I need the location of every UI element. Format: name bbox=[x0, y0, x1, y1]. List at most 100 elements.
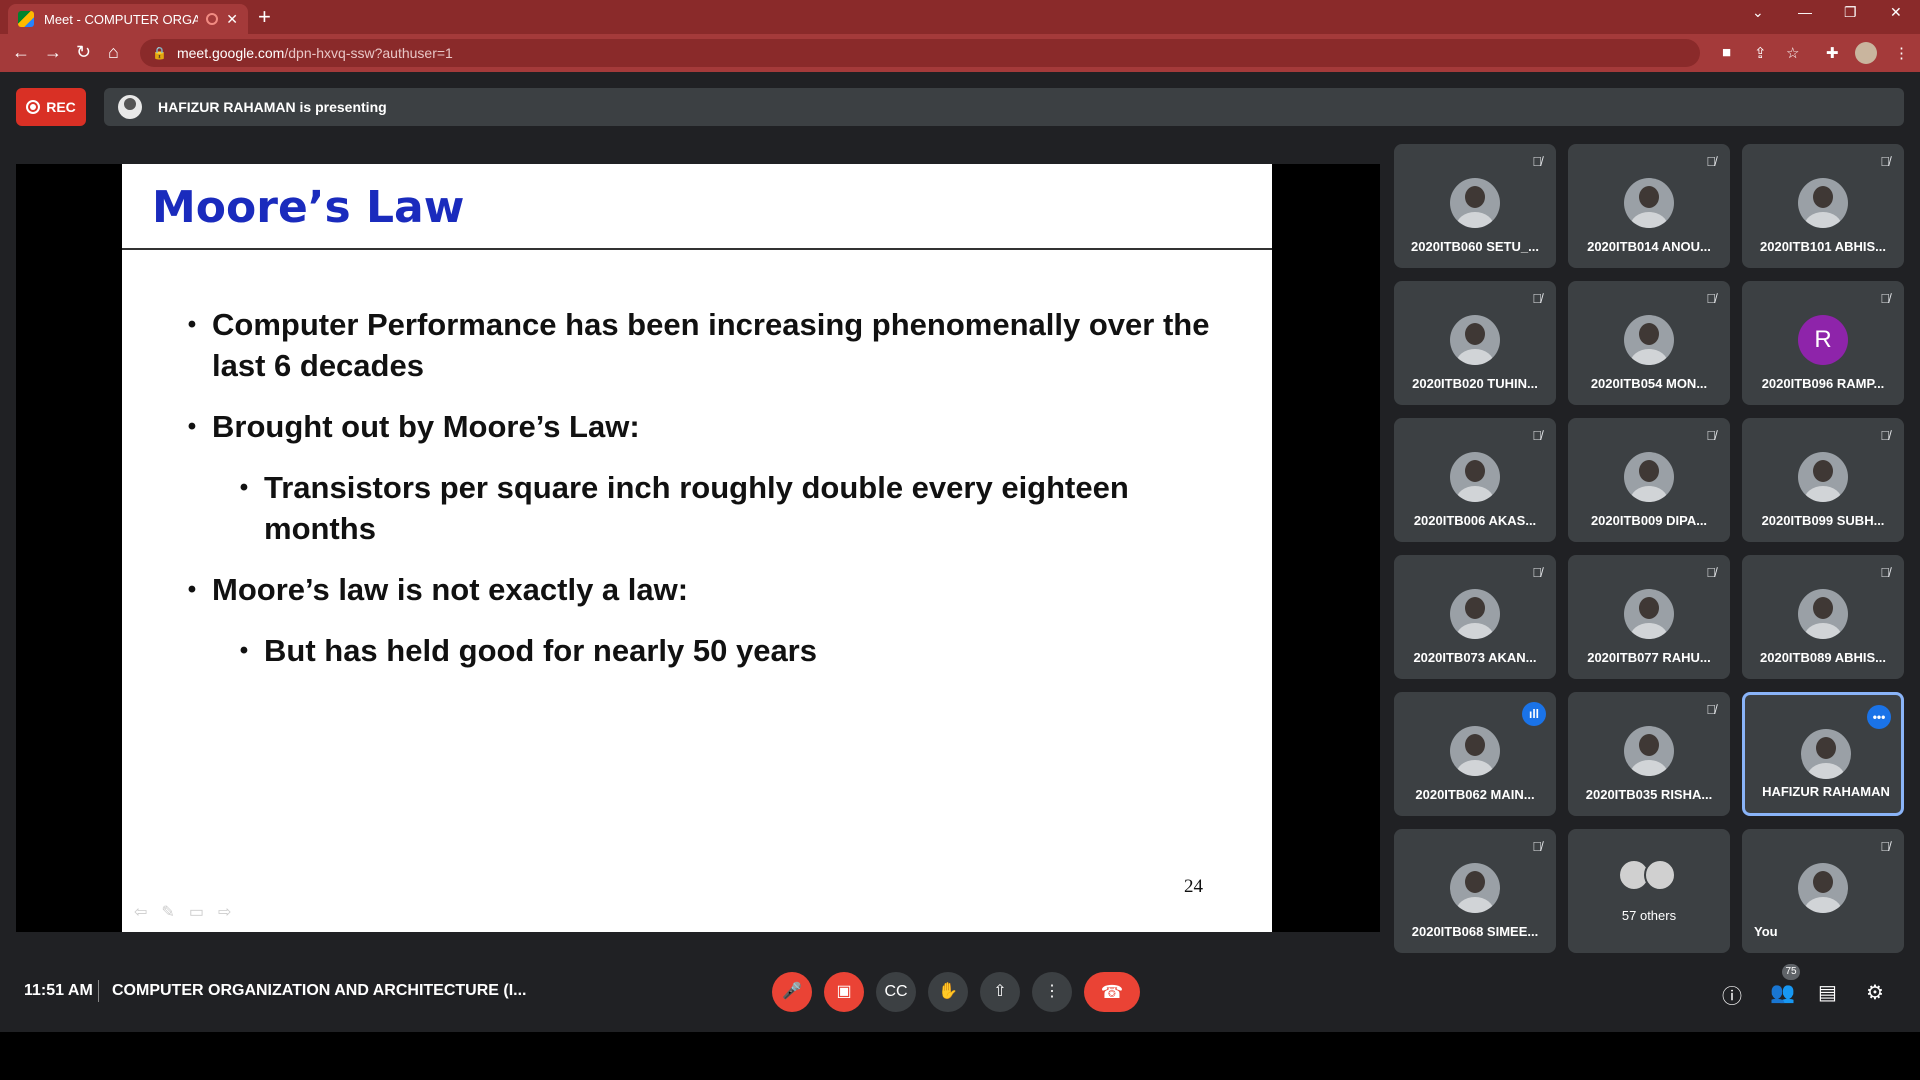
minimize-button[interactable]: — bbox=[1798, 4, 1812, 20]
extensions-icon[interactable]: ✚ bbox=[1826, 44, 1839, 62]
presenting-banner: HAFIZUR RAHAMAN is presenting bbox=[104, 88, 1904, 126]
participant-tile[interactable]: 🎙̸ 2020ITB054 MON... bbox=[1568, 281, 1730, 405]
participant-name: 2020ITB073 AKAN... bbox=[1413, 650, 1537, 665]
participant-name: 2020ITB060 SETU_... bbox=[1411, 239, 1539, 254]
activities-icon[interactable]: ⚙ bbox=[1866, 980, 1884, 1005]
share-icon[interactable]: ⇪ bbox=[1754, 44, 1767, 62]
mic-off-icon: 🎙̸ bbox=[1532, 154, 1542, 169]
lock-icon[interactable]: 🔒 bbox=[152, 46, 167, 60]
bullet: • Moore’s law is not exactly a law: bbox=[172, 569, 1232, 610]
people-icon[interactable]: 👥 bbox=[1770, 980, 1795, 1005]
participant-tile[interactable]: 🎙̸ 2020ITB068 SIMEE... bbox=[1394, 829, 1556, 953]
mic-off-icon: 🎙̸ bbox=[1706, 154, 1716, 169]
participant-tile[interactable]: 🎙̸ 2020ITB014 ANOU... bbox=[1568, 144, 1730, 268]
avatar bbox=[1798, 863, 1848, 913]
mic-off-icon: 🎙̸ bbox=[1532, 839, 1542, 854]
camera-toggle-button[interactable]: ▣ bbox=[824, 972, 864, 1012]
speaking-icon: ıll bbox=[1522, 702, 1546, 726]
tab-search-icon[interactable]: ⌄ bbox=[1752, 4, 1764, 21]
home-icon[interactable]: ⌂ bbox=[108, 42, 119, 63]
browser-tab[interactable]: Meet - COMPUTER ORGANIZ ✕ bbox=[8, 4, 248, 34]
participant-tile[interactable]: 🎙̸ R 2020ITB096 RAMP... bbox=[1742, 281, 1904, 405]
participant-tile[interactable]: 🎙̸ 2020ITB006 AKAS... bbox=[1394, 418, 1556, 542]
chat-icon[interactable]: ▤ bbox=[1818, 980, 1837, 1005]
reload-icon[interactable]: ↻ bbox=[76, 42, 91, 63]
mic-off-icon: 🎙̸ bbox=[1880, 839, 1890, 854]
self-tile[interactable]: 🎙̸ You bbox=[1742, 829, 1904, 953]
browser-tab-bar: Meet - COMPUTER ORGANIZ ✕ + ⌄ — ❐ ✕ bbox=[0, 0, 1920, 34]
participant-tile[interactable]: 🎙̸ 2020ITB099 SUBH... bbox=[1742, 418, 1904, 542]
avatar bbox=[1798, 452, 1848, 502]
camera-icon[interactable]: ■ bbox=[1722, 44, 1731, 61]
participant-tile[interactable]: 🎙̸ 2020ITB035 RISHA... bbox=[1568, 692, 1730, 816]
slide-controls: ⇦ ✎ ▭ ⇨ bbox=[134, 902, 231, 922]
address-bar-row: ← → ↻ ⌂ 🔒 meet.google.com/dpn-hxvq-ssw?a… bbox=[0, 34, 1920, 72]
leave-call-button[interactable]: ☎ bbox=[1084, 972, 1140, 1012]
next-slide-icon[interactable]: ⇨ bbox=[218, 902, 231, 922]
participant-tile[interactable]: 🎙̸ 2020ITB009 DIPA... bbox=[1568, 418, 1730, 542]
slide-bullets: • Computer Performance has been increasin… bbox=[172, 304, 1232, 691]
participant-tile[interactable]: 🎙̸ 2020ITB101 ABHIS... bbox=[1742, 144, 1904, 268]
others-tile[interactable]: 57 others bbox=[1568, 829, 1730, 953]
prev-slide-icon[interactable]: ⇦ bbox=[134, 902, 147, 922]
slide-title: Moore’s Law bbox=[152, 182, 465, 233]
profile-avatar[interactable] bbox=[1855, 42, 1877, 64]
presenter-avatar bbox=[118, 95, 142, 119]
close-window-button[interactable]: ✕ bbox=[1890, 4, 1902, 21]
url-input[interactable]: 🔒 meet.google.com/dpn-hxvq-ssw?authuser=… bbox=[140, 39, 1700, 67]
participant-tile[interactable]: 🎙̸ 2020ITB089 ABHIS... bbox=[1742, 555, 1904, 679]
meeting-title: COMPUTER ORGANIZATION AND ARCHITECTURE (… bbox=[112, 982, 527, 999]
avatar bbox=[1450, 589, 1500, 639]
participant-tile[interactable]: 🎙̸ 2020ITB073 AKAN... bbox=[1394, 555, 1556, 679]
star-icon[interactable]: ☆ bbox=[1786, 44, 1799, 62]
avatar bbox=[1450, 863, 1500, 913]
mic-off-icon: 🎙̸ bbox=[1706, 702, 1716, 717]
participant-tile[interactable]: 🎙̸ 2020ITB077 RAHU... bbox=[1568, 555, 1730, 679]
back-icon[interactable]: ← bbox=[12, 42, 30, 63]
present-button[interactable]: ⇧ bbox=[980, 972, 1020, 1012]
participant-tile[interactable]: 🎙̸ 2020ITB060 SETU_... bbox=[1394, 144, 1556, 268]
others-avatars bbox=[1618, 859, 1682, 895]
clock: 11:51 AM bbox=[24, 982, 93, 999]
record-icon bbox=[26, 100, 41, 114]
more-options-icon[interactable]: ••• bbox=[1867, 705, 1891, 729]
mic-off-icon: 🎙̸ bbox=[1880, 291, 1890, 306]
mic-toggle-button[interactable]: 🎤 bbox=[772, 972, 812, 1012]
info-icon[interactable]: ⓘ bbox=[1722, 980, 1742, 1009]
slide-divider bbox=[122, 248, 1272, 250]
mic-off-icon: 🎙̸ bbox=[1532, 565, 1542, 580]
tab-close-icon[interactable]: ✕ bbox=[226, 11, 238, 28]
avatar bbox=[1624, 315, 1674, 365]
participant-name: 2020ITB089 ABHIS... bbox=[1760, 650, 1886, 665]
avatar bbox=[1801, 729, 1851, 779]
participant-name: 2020ITB014 ANOU... bbox=[1587, 239, 1711, 254]
mic-off-icon: 🎙̸ bbox=[1706, 565, 1716, 580]
bullet-text: But has held good for nearly 50 years bbox=[264, 633, 817, 668]
people-count-badge: 75 bbox=[1782, 964, 1800, 980]
bullet-text: Moore’s law is not exactly a law: bbox=[212, 572, 689, 607]
participant-tile[interactable]: 🎙̸ 2020ITB020 TUHIN... bbox=[1394, 281, 1556, 405]
presenter-tile[interactable]: ••• HAFIZUR RAHAMAN bbox=[1742, 692, 1904, 816]
chrome-menu-icon[interactable]: ⋮ bbox=[1894, 44, 1909, 62]
mic-off-icon: 🎙̸ bbox=[1706, 428, 1716, 443]
avatar bbox=[1450, 726, 1500, 776]
participant-name: 2020ITB099 SUBH... bbox=[1761, 513, 1885, 528]
raise-hand-button[interactable]: ✋ bbox=[928, 972, 968, 1012]
participant-name: 2020ITB068 SIMEE... bbox=[1411, 924, 1539, 939]
restore-button[interactable]: ❐ bbox=[1844, 4, 1857, 21]
recording-badge[interactable]: REC bbox=[16, 88, 86, 126]
captions-button[interactable]: CC bbox=[876, 972, 916, 1012]
participant-tile[interactable]: ıll 2020ITB062 MAIN... bbox=[1394, 692, 1556, 816]
slide-menu-icon[interactable]: ▭ bbox=[189, 902, 204, 922]
more-options-button[interactable]: ⋮ bbox=[1032, 972, 1072, 1012]
new-tab-button[interactable]: + bbox=[258, 4, 271, 30]
slide: Moore’s Law • Computer Performance has be… bbox=[122, 164, 1272, 932]
participant-name: 2020ITB054 MON... bbox=[1590, 376, 1708, 391]
avatar-letter: R bbox=[1814, 326, 1832, 353]
tab-title: Meet - COMPUTER ORGANIZ bbox=[44, 11, 199, 27]
pen-icon[interactable]: ✎ bbox=[161, 902, 174, 922]
mic-off-icon: 🎙̸ bbox=[1880, 565, 1890, 580]
avatar bbox=[1450, 452, 1500, 502]
forward-icon[interactable]: → bbox=[44, 42, 62, 63]
recording-indicator-icon bbox=[206, 13, 219, 25]
